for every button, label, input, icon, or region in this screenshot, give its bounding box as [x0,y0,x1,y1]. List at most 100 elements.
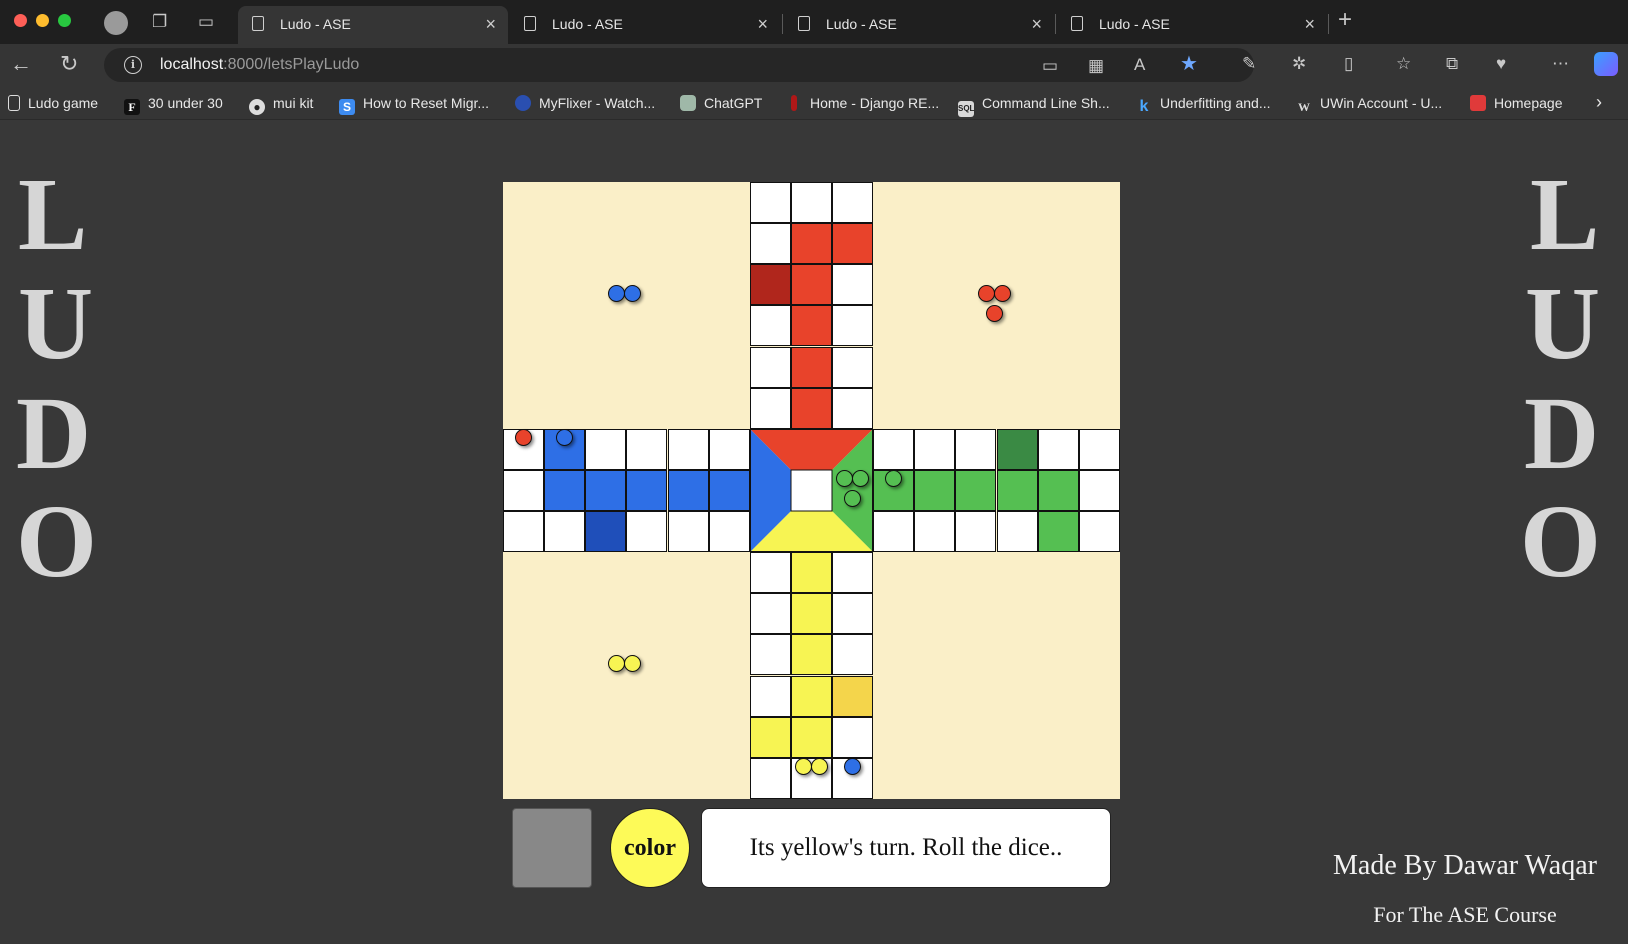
yellow-pawn[interactable] [811,757,829,775]
s-site-icon: S [339,99,355,115]
track-cell [832,182,874,223]
side-letter-l-right: L [1530,157,1600,272]
track-cell [955,511,997,553]
maximize-window-button[interactable] [58,14,71,27]
dice-button[interactable] [512,808,592,888]
track-cell [873,428,915,470]
blue-pawn[interactable] [607,284,625,302]
back-icon[interactable]: ← [10,53,32,75]
track-cell [585,511,627,553]
track-cell [832,305,874,347]
track-cell [955,428,997,470]
collections-icon[interactable]: ⧉ [1446,54,1458,74]
turn-color-indicator: color [610,808,690,888]
favorite-star-icon[interactable]: ★ [1180,54,1198,74]
track-cell [996,428,1038,470]
green-pawn[interactable] [885,469,903,487]
track-cell [749,552,791,594]
red-pawn[interactable] [515,428,533,446]
blue-pawn[interactable] [556,428,574,446]
tab-1[interactable]: Ludo - ASE × [238,6,508,44]
track-cell [708,469,750,511]
close-window-button[interactable] [14,14,27,27]
red-pawn[interactable] [977,284,995,302]
new-tab-icon[interactable]: + [1338,8,1352,32]
track-cell [749,346,791,388]
blue-pawn[interactable] [844,757,862,775]
tab-separator [1328,14,1329,34]
minimize-window-button[interactable] [36,14,49,27]
green-pawn[interactable] [835,469,853,487]
apps-icon[interactable]: ▦ [1088,56,1104,76]
bookmark-underfitting[interactable]: k Underfitting and... [1136,95,1271,115]
url-path: :8000/letsPlayLudo [223,56,360,73]
track-cell [832,264,874,306]
copilot-icon[interactable] [1594,52,1618,76]
bookmark-label: 30 under 30 [148,95,223,111]
track-cell [832,634,874,676]
bookmark-chatgpt[interactable]: ChatGPT [680,95,762,111]
bookmark-uwin-account[interactable]: W UWin Account - U... [1296,95,1442,115]
read-aloud-icon[interactable]: A [1134,55,1145,75]
blue-home-area [503,182,750,429]
extensions-icon[interactable]: ✲ [1292,54,1306,74]
more-menu-icon[interactable]: ⋯ [1552,54,1569,74]
document-icon [8,95,20,111]
center-cell [790,469,833,512]
close-icon[interactable]: × [1031,14,1042,35]
tab-title: Ludo - ASE [1099,16,1170,32]
bookmark-myflixer[interactable]: MyFlixer - Watch... [515,95,655,111]
bookmark-mui-kit[interactable]: ● mui kit [249,95,313,115]
bookmarks-overflow-chevron-icon[interactable]: › [1596,92,1602,113]
track-cell [832,387,874,429]
eyedropper-icon[interactable]: ✎ [1242,54,1256,74]
bookmark-django[interactable]: Home - Django RE... [786,95,939,111]
health-icon[interactable]: ♥ [1496,54,1506,74]
yellow-home-area [503,552,750,799]
close-icon[interactable]: × [485,14,496,35]
bookmark-command-line[interactable]: SQL Command Line Sh... [958,95,1110,117]
credit-author: Made By Dawar Waqar [1333,850,1597,881]
bookmark-ludo-game[interactable]: Ludo game [8,95,98,111]
cast-icon[interactable]: ▭ [1042,56,1058,76]
side-letter-o-right: O [1520,484,1601,599]
profile-avatar-icon[interactable] [104,11,128,35]
tab-3[interactable]: Ludo - ASE × [784,6,1054,44]
tab-actions-icon[interactable]: ▭ [198,12,214,32]
track-cell [832,716,874,758]
favorites-icon[interactable]: ☆ [1396,54,1411,74]
red-pawn[interactable] [994,284,1012,302]
track-cell [749,716,791,758]
track-cell [749,675,791,717]
tab-4[interactable]: Ludo - ASE × [1057,6,1327,44]
sql-icon: SQL [958,101,974,117]
yellow-pawn[interactable] [624,654,642,672]
yellow-pawn[interactable] [607,654,625,672]
credit-course: For The ASE Course [1373,902,1557,927]
address-bar[interactable]: i localhost:8000/letsPlayLudo ▭ ▦ A ★ [104,48,1254,82]
track-cell [1078,511,1120,553]
tab-2[interactable]: Ludo - ASE × [510,6,780,44]
blue-pawn[interactable] [624,284,642,302]
myflixer-icon [515,95,531,111]
bookmark-30-under-30[interactable]: F 30 under 30 [124,95,223,115]
track-cell [544,511,586,553]
site-info-icon[interactable]: i [124,56,142,74]
workspaces-icon[interactable]: ❐ [152,12,167,32]
turn-message: Its yellow's turn. Roll the dice.. [701,808,1111,888]
tab-title: Ludo - ASE [280,16,351,32]
side-letter-d-left: D [16,376,92,491]
green-home-area [873,552,1120,799]
bookmark-reset-migrations[interactable]: S How to Reset Migr... [339,95,489,115]
refresh-icon[interactable]: ↻ [60,53,78,75]
close-icon[interactable]: × [757,14,768,35]
close-icon[interactable]: × [1304,14,1315,35]
red-pawn[interactable] [986,305,1003,323]
side-letter-l-left: L [18,157,88,272]
green-pawn[interactable] [852,469,870,487]
split-screen-icon[interactable]: ▯ [1344,54,1353,74]
url-text[interactable]: localhost:8000/letsPlayLudo [160,56,359,74]
yellow-pawn[interactable] [794,757,812,775]
track-cell [667,428,709,470]
bookmark-homepage[interactable]: Homepage [1470,95,1563,111]
